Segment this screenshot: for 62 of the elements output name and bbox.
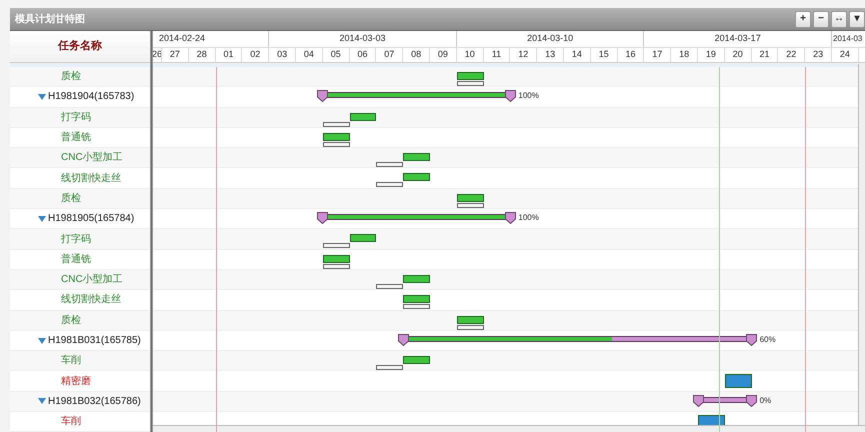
day-label: 06 [357, 48, 368, 62]
task-label[interactable]: 普通铣 [61, 252, 91, 267]
day-label: 23 [813, 48, 824, 62]
day-label: 05 [330, 48, 341, 62]
day-label: 02 [250, 48, 260, 62]
day-label: 20 [732, 48, 743, 62]
progress-label: 100% [518, 212, 539, 224]
task-label[interactable]: 车削 [61, 414, 81, 430]
progress-label: 100% [518, 90, 539, 102]
day-label: 14 [572, 48, 582, 62]
week-label: 2014-03-10 [527, 32, 574, 46]
day-label: 12 [518, 48, 528, 62]
task-label[interactable]: 质检 [61, 312, 81, 328]
collapse-arrow-icon[interactable] [38, 216, 46, 222]
day-label: 13 [545, 48, 556, 62]
task-label[interactable]: 车削 [61, 353, 81, 368]
task-label[interactable]: 质检 [61, 190, 81, 206]
horizontal-scrollbar[interactable] [153, 425, 865, 432]
task-label[interactable]: H1981B031(165785) [48, 333, 141, 348]
day-label: 28 [196, 48, 207, 62]
task-label[interactable]: 质检 [61, 69, 81, 84]
window-title: 模具计划甘特图 [15, 12, 85, 26]
day-label: 11 [492, 48, 502, 62]
day-label: 24 [840, 48, 850, 62]
day-label: 21 [759, 48, 770, 62]
week-label: 2014-03-17 [714, 32, 761, 46]
day-label: 17 [652, 48, 662, 62]
task-label[interactable]: 线切割快走丝 [61, 170, 121, 186]
week-label: 2014-03 [833, 33, 862, 45]
day-label: 07 [384, 48, 394, 62]
task-label[interactable]: 打字码 [61, 232, 91, 247]
column-header[interactable]: 任务名称 [58, 38, 102, 55]
day-label: 10 [464, 48, 475, 62]
day-label: 09 [438, 48, 448, 62]
progress-label: 0% [760, 394, 772, 407]
collapse-arrow-icon[interactable] [38, 398, 46, 404]
day-label: 04 [304, 48, 314, 62]
task-label[interactable]: 打字码 [61, 110, 91, 125]
day-label: 15 [598, 48, 609, 62]
toolbar-button[interactable]: ↔ [831, 10, 847, 28]
task-label[interactable]: H1981904(165783) [48, 89, 134, 104]
day-label: 27 [170, 48, 180, 62]
day-label: 18 [679, 48, 690, 62]
toolbar-button[interactable]: + [795, 10, 811, 28]
week-label: 2014-03-03 [339, 32, 386, 46]
day-label: 22 [786, 48, 796, 62]
task-label[interactable]: 线切割快走丝 [61, 292, 121, 308]
collapse-arrow-icon[interactable] [38, 94, 46, 100]
progress-label: 60% [760, 334, 776, 346]
day-label: 01 [223, 48, 234, 62]
task-label[interactable]: 普通铣 [61, 130, 91, 146]
collapse-arrow-icon[interactable] [38, 338, 46, 344]
day-label: 19 [706, 48, 716, 62]
day-label: 08 [411, 48, 422, 62]
vertical-scrollbar[interactable] [858, 64, 865, 425]
week-label: 2014-02-24 [159, 32, 206, 46]
day-label: 03 [277, 48, 288, 62]
toolbar-button[interactable]: − [813, 10, 829, 28]
day-label: 16 [625, 48, 636, 62]
task-label[interactable]: 精密磨 [61, 374, 91, 389]
toolbar-button[interactable]: ▾ [849, 10, 865, 28]
task-label[interactable]: H1981905(165784) [48, 211, 134, 226]
